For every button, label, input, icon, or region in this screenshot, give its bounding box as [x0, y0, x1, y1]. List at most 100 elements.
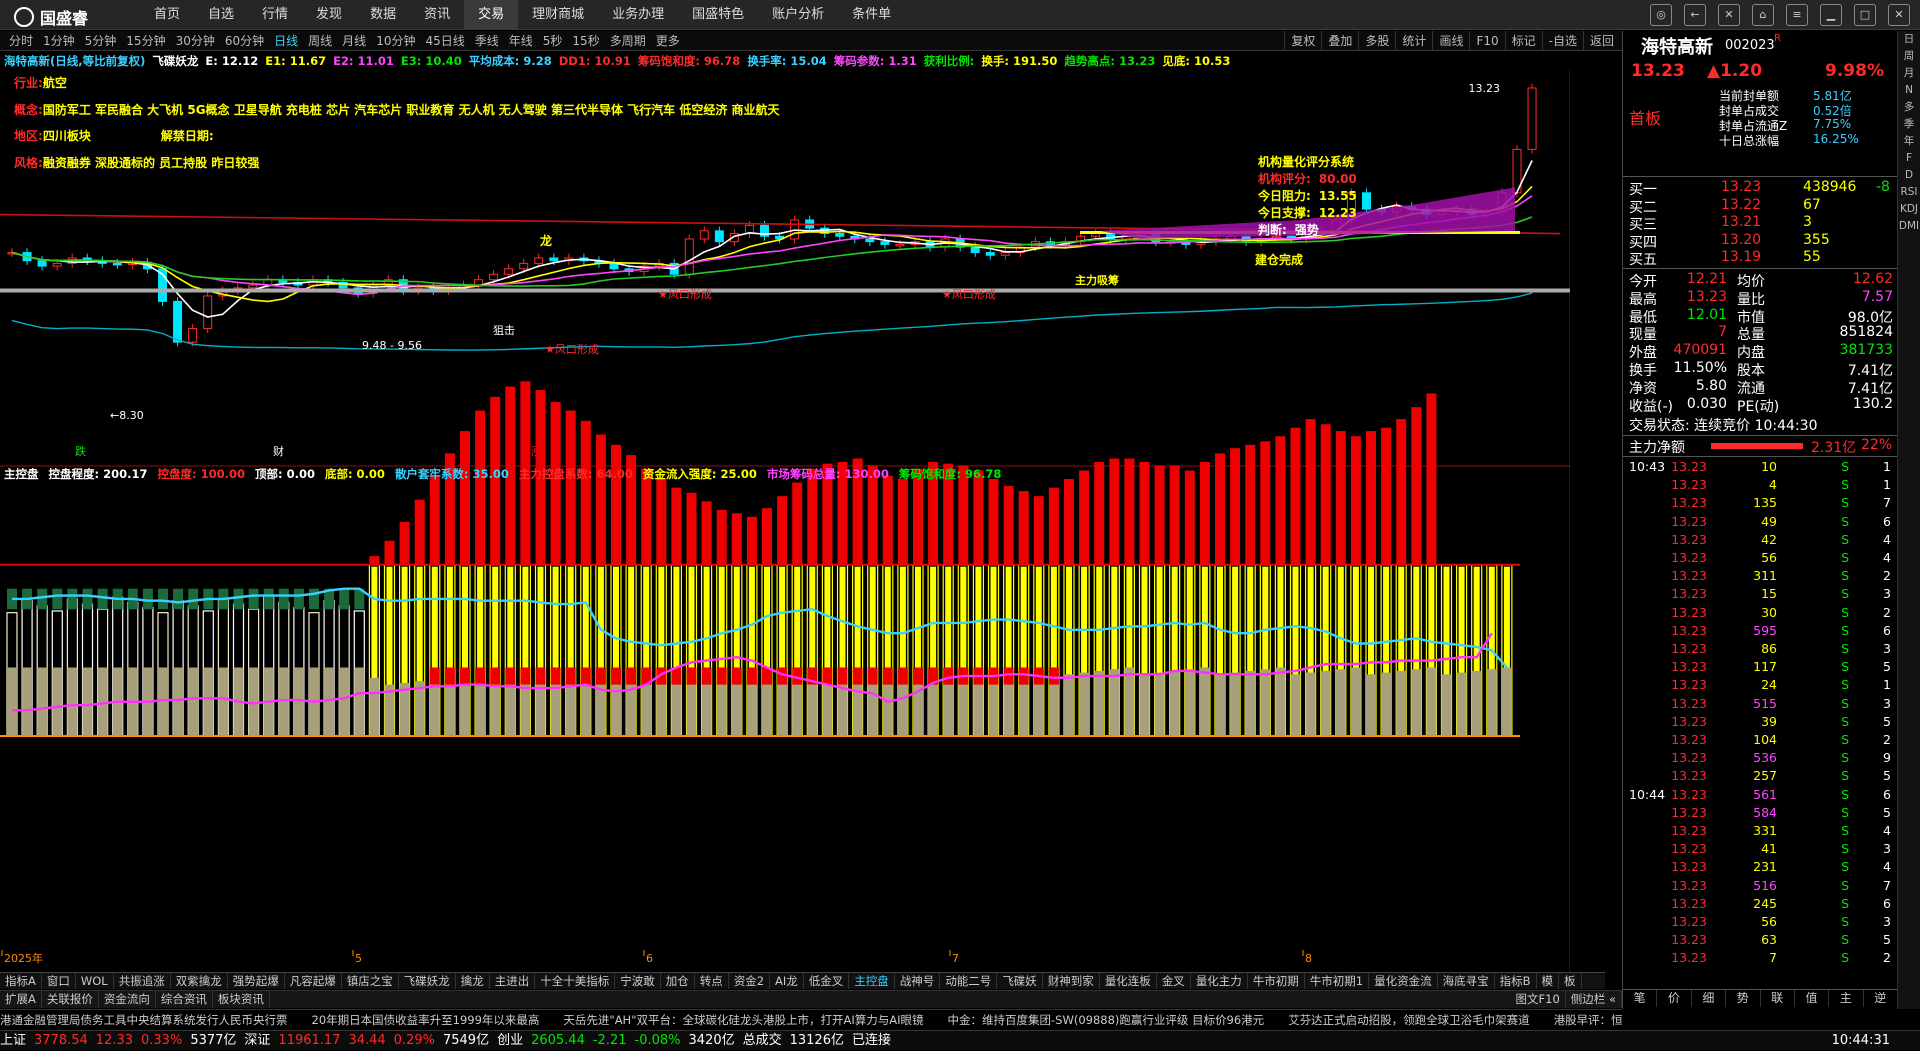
panel-toggle[interactable]: 图文F10 [1511, 991, 1566, 1008]
period-tab[interactable]: 45日线 [420, 31, 469, 51]
side-tool[interactable]: D [1898, 167, 1920, 184]
tool-button[interactable]: 统计 [1395, 31, 1432, 51]
period-tab[interactable]: 周线 [303, 31, 337, 51]
period-tab[interactable]: 年线 [504, 31, 538, 51]
indicator-tab[interactable]: 共振追涨 [114, 973, 171, 989]
menu-item[interactable]: 首页 [140, 0, 194, 30]
indicator-tab[interactable]: 主进出 [490, 973, 536, 989]
quote-tab[interactable]: 价 [1657, 990, 1692, 1007]
indicator-tab[interactable]: WOL [76, 973, 114, 989]
indicator-tab[interactable]: 板 [1559, 973, 1582, 989]
tool-button[interactable]: 返回 [1582, 31, 1620, 51]
side-tool[interactable]: 月 [1898, 65, 1920, 82]
quote-tab[interactable]: 势 [1726, 990, 1761, 1007]
indicator-tab[interactable]: 强势起爆 [228, 973, 285, 989]
side-tool[interactable]: F [1898, 150, 1920, 167]
news-item[interactable]: 港股早评：恒指高开0.2%，中资券商股强势 [1554, 1013, 1622, 1027]
quote-tab[interactable]: 细 [1692, 990, 1727, 1007]
indicator-tab[interactable]: 擒龙 [456, 973, 490, 989]
news-item[interactable]: 天岳先进"AH"双平台：全球碳化硅龙头港股上市，打开AI算力与AI眼镜 [563, 1013, 923, 1027]
indicator-tab[interactable]: 金叉 [1157, 973, 1191, 989]
settings-icon[interactable]: ✕ [1718, 4, 1740, 26]
indicator-tab[interactable]: 海底寻宝 [1438, 973, 1495, 989]
menu-item[interactable]: 数据 [356, 0, 410, 30]
news-item[interactable]: 艾芬达正式启动招股，领跑全球卫浴毛巾架赛道 [1288, 1013, 1530, 1027]
tool-button[interactable]: 画线 [1432, 31, 1469, 51]
menu-item[interactable]: 国盛特色 [678, 0, 758, 30]
quote-tab[interactable]: 逆 [1864, 990, 1898, 1007]
menu-item[interactable]: 账户分析 [758, 0, 838, 30]
period-tab[interactable]: 10分钟 [371, 31, 420, 51]
indicator-tab[interactable]: AI龙 [770, 973, 804, 989]
indicator-tab[interactable]: 量化资金流 [1369, 973, 1438, 989]
indicator-tab[interactable]: 战神号 [895, 973, 941, 989]
info-tab[interactable]: 扩展A [0, 991, 42, 1008]
panel-toggle[interactable]: 侧边栏 « [1566, 991, 1622, 1008]
indicator-tab[interactable]: 财神到家 [1043, 973, 1100, 989]
period-tab[interactable]: 月线 [337, 31, 371, 51]
quote-tab[interactable]: 值 [1795, 990, 1830, 1007]
indicator-tab[interactable]: 资金2 [729, 973, 771, 989]
quote-tab[interactable]: 联 [1761, 990, 1795, 1007]
side-tool[interactable]: 多 [1898, 99, 1920, 116]
indicator-tab[interactable]: 宁波敢 [615, 973, 661, 989]
menu-item[interactable]: 自选 [194, 0, 248, 30]
home-icon[interactable]: ⌂ [1752, 4, 1774, 26]
side-tool[interactable]: N [1898, 82, 1920, 99]
indicator-tab[interactable]: 牛市初期1 [1305, 973, 1370, 989]
info-tab[interactable]: 板块资讯 [213, 991, 270, 1008]
period-tab[interactable]: 30分钟 [171, 31, 220, 51]
side-tool[interactable]: DMI [1898, 218, 1920, 235]
period-tab[interactable]: 60分钟 [220, 31, 269, 51]
news-item[interactable]: 20年期日本国债收益率升至1999年以来最高 [312, 1013, 540, 1027]
message-icon[interactable]: ◎ [1650, 4, 1672, 26]
indicator-tab[interactable]: 镇店之宝 [342, 973, 399, 989]
info-tab[interactable]: 关联报价 [42, 991, 99, 1008]
menu-icon[interactable]: ≡ [1786, 4, 1808, 26]
tool-button[interactable]: 叠加 [1321, 31, 1358, 51]
indicator-tab[interactable]: 量化主力 [1191, 973, 1248, 989]
side-tool[interactable]: 周 [1898, 48, 1920, 65]
indicator-tab[interactable]: 主控盘 [849, 973, 895, 989]
side-tool[interactable]: RSI [1898, 184, 1920, 201]
indicator-tab[interactable]: 双紫擒龙 [171, 973, 228, 989]
side-tool[interactable]: 季 [1898, 116, 1920, 133]
news-item[interactable]: 中金：维持百度集团-SW(09888)跑赢行业评级 目标价96港元 [948, 1013, 1265, 1027]
tool-button[interactable]: -自选 [1541, 31, 1583, 51]
indicator-tab[interactable]: 转点 [695, 973, 729, 989]
period-tab[interactable]: 15秒 [567, 31, 604, 51]
tool-button[interactable]: 标记 [1504, 31, 1542, 51]
quote-tab[interactable]: 笔 [1623, 990, 1658, 1007]
indicator-tab[interactable]: 动能二号 [940, 973, 998, 989]
period-tab[interactable]: 5分钟 [80, 31, 122, 51]
indicator-tab[interactable]: 模 [1537, 973, 1560, 989]
tool-button[interactable]: F10 [1469, 31, 1504, 51]
indicator-tab[interactable]: 低金叉 [804, 973, 850, 989]
indicator-tab[interactable]: 指标B [1495, 973, 1537, 989]
period-tab[interactable]: 季线 [470, 31, 504, 51]
news-ticker[interactable]: 港通金融管理局债务工具中央结算系统发行人民币央行票 20年期日本国债收益率升至19… [0, 1009, 1622, 1029]
back-icon[interactable]: ← [1684, 4, 1706, 26]
indicator-tab[interactable]: 飞碟妖龙 [399, 973, 456, 989]
period-tab[interactable]: 分时 [4, 31, 38, 51]
info-tab[interactable]: 综合资讯 [156, 991, 213, 1008]
period-tab[interactable]: 1分钟 [38, 31, 80, 51]
menu-item[interactable]: 资讯 [410, 0, 464, 30]
menu-item[interactable]: 行情 [248, 0, 302, 30]
info-tab[interactable]: 资金流向 [99, 991, 156, 1008]
indicator-tab[interactable]: 量化连板 [1100, 973, 1157, 989]
period-tab[interactable]: 更多 [651, 31, 685, 51]
period-tab[interactable]: 5秒 [538, 31, 568, 51]
indicator-tab[interactable]: 牛市初期 [1248, 973, 1305, 989]
menu-item[interactable]: 条件单 [838, 0, 905, 30]
indicator-tab[interactable]: 窗口 [42, 973, 76, 989]
indicator-tab[interactable]: 飞碟妖 [997, 973, 1043, 989]
tool-button[interactable]: 复权 [1284, 31, 1321, 51]
side-tool[interactable]: KDJ [1898, 201, 1920, 218]
close-icon[interactable]: ✕ [1888, 4, 1910, 26]
menu-item[interactable]: 理财商城 [518, 0, 598, 30]
period-tab[interactable]: 日线 [269, 31, 303, 51]
tool-button[interactable]: 多股 [1358, 31, 1395, 51]
side-tool[interactable]: 日 [1898, 31, 1920, 48]
indicator-tab[interactable]: 十全十美指标 [535, 973, 616, 989]
